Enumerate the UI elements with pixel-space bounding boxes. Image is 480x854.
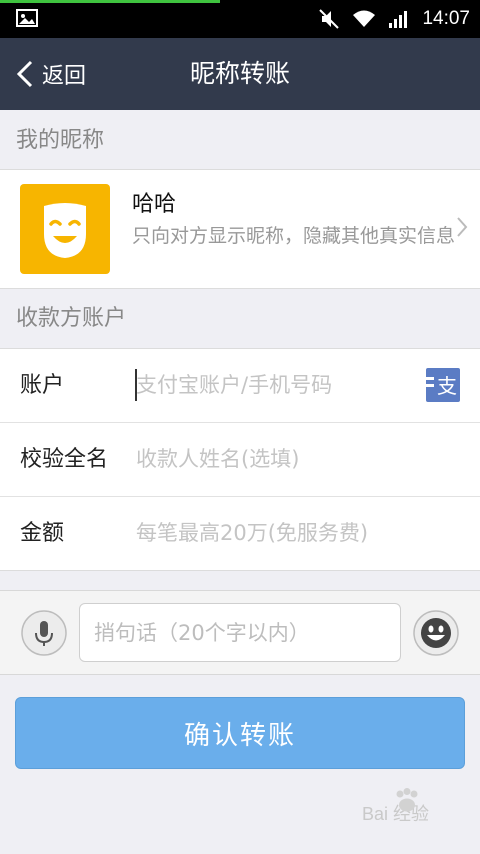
fullname-label: 校验全名: [20, 447, 109, 472]
wifi-icon: [353, 10, 376, 27]
back-label: 返回: [42, 64, 87, 89]
gallery-icon: [16, 9, 38, 27]
emoji-icon[interactable]: [413, 610, 459, 656]
account-label: 账户: [20, 373, 65, 398]
amount-label: 金额: [20, 521, 65, 546]
fullname-row: 校验全名: [0, 423, 480, 497]
confirm-transfer-button[interactable]: 确认转账: [15, 697, 465, 769]
paw-logo-icon: [396, 788, 418, 812]
nickname-description: 只向对方显示昵称，隐藏其他真实信息: [132, 225, 456, 247]
status-time: 14:07: [422, 8, 470, 29]
download-progress: [0, 0, 220, 3]
chevron-right-icon: [457, 217, 468, 237]
nickname: 哈哈: [132, 192, 177, 217]
my-nickname-header: 我的昵称: [16, 128, 105, 153]
signal-icon: [389, 11, 408, 28]
amount-row: 金额: [0, 497, 480, 570]
watermark: Bai 经验: [362, 788, 429, 826]
chevron-left-icon: [16, 60, 33, 88]
mask-icon: [44, 203, 86, 258]
account-input[interactable]: [136, 367, 416, 403]
transfer-form: 账户 支 校验全名 金额: [0, 348, 480, 571]
title-bar: 返回 昵称转账: [0, 38, 480, 110]
nickname-row[interactable]: 哈哈 只向对方显示昵称，隐藏其他真实信息: [0, 169, 480, 289]
back-button[interactable]: 返回: [16, 38, 86, 110]
avatar: [20, 184, 110, 274]
alipay-contacts-icon[interactable]: 支: [426, 368, 460, 402]
fullname-input[interactable]: [136, 441, 416, 477]
text-cursor: [135, 369, 137, 401]
microphone-icon[interactable]: [21, 610, 67, 656]
message-input[interactable]: [79, 603, 401, 662]
amount-input[interactable]: [136, 515, 416, 551]
message-bar: [0, 590, 480, 675]
payee-account-header: 收款方账户: [16, 306, 127, 331]
account-row: 账户 支: [0, 349, 480, 423]
mute-icon: [319, 9, 340, 29]
svg-text:支: 支: [437, 374, 457, 398]
status-bar: 14:07: [0, 0, 480, 38]
